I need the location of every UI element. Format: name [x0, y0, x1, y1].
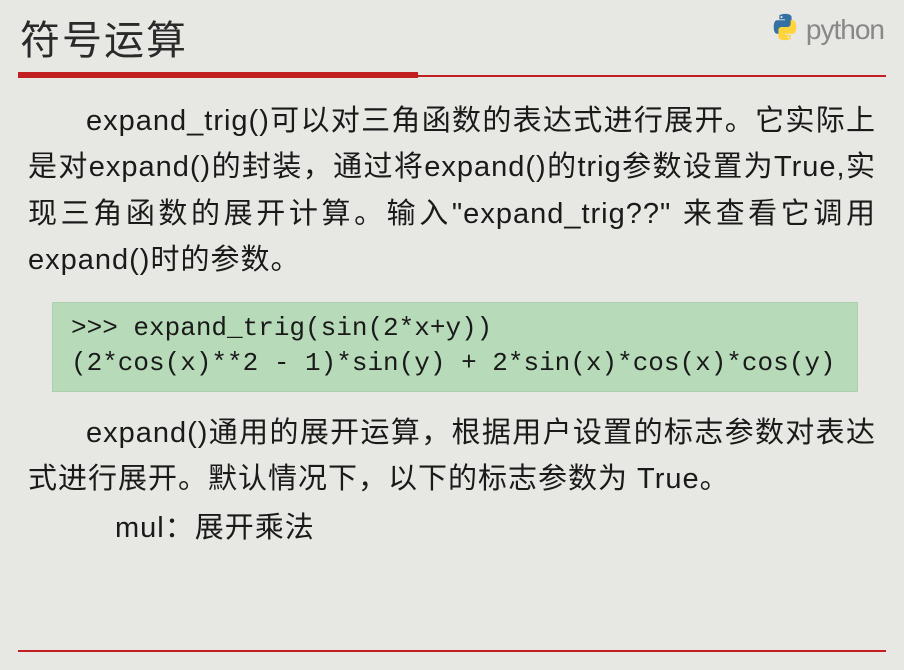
- python-brand-text: python: [806, 14, 884, 46]
- title-underline: [18, 72, 886, 78]
- content-area: expand_trig()可以对三角函数的表达式进行展开。它实际上是对expan…: [0, 78, 904, 551]
- paragraph-2: expand()通用的展开运算，根据用户设置的标志参数对表达式进行展开。默认情况…: [28, 410, 876, 503]
- paragraph-3: mul：展开乘法: [28, 505, 876, 551]
- python-icon: [770, 12, 800, 47]
- header: 符号运算 python: [0, 0, 904, 66]
- code-example: >>> expand_trig(sin(2*x+y)) (2*cos(x)**2…: [52, 302, 858, 392]
- bottom-divider: [18, 650, 886, 652]
- page-title: 符号运算: [20, 8, 188, 66]
- python-logo: python: [770, 12, 884, 47]
- paragraph-1: expand_trig()可以对三角函数的表达式进行展开。它实际上是对expan…: [28, 98, 876, 284]
- code-line-1: >>> expand_trig(sin(2*x+y)): [71, 311, 839, 346]
- code-line-2: (2*cos(x)**2 - 1)*sin(y) + 2*sin(x)*cos(…: [71, 346, 839, 381]
